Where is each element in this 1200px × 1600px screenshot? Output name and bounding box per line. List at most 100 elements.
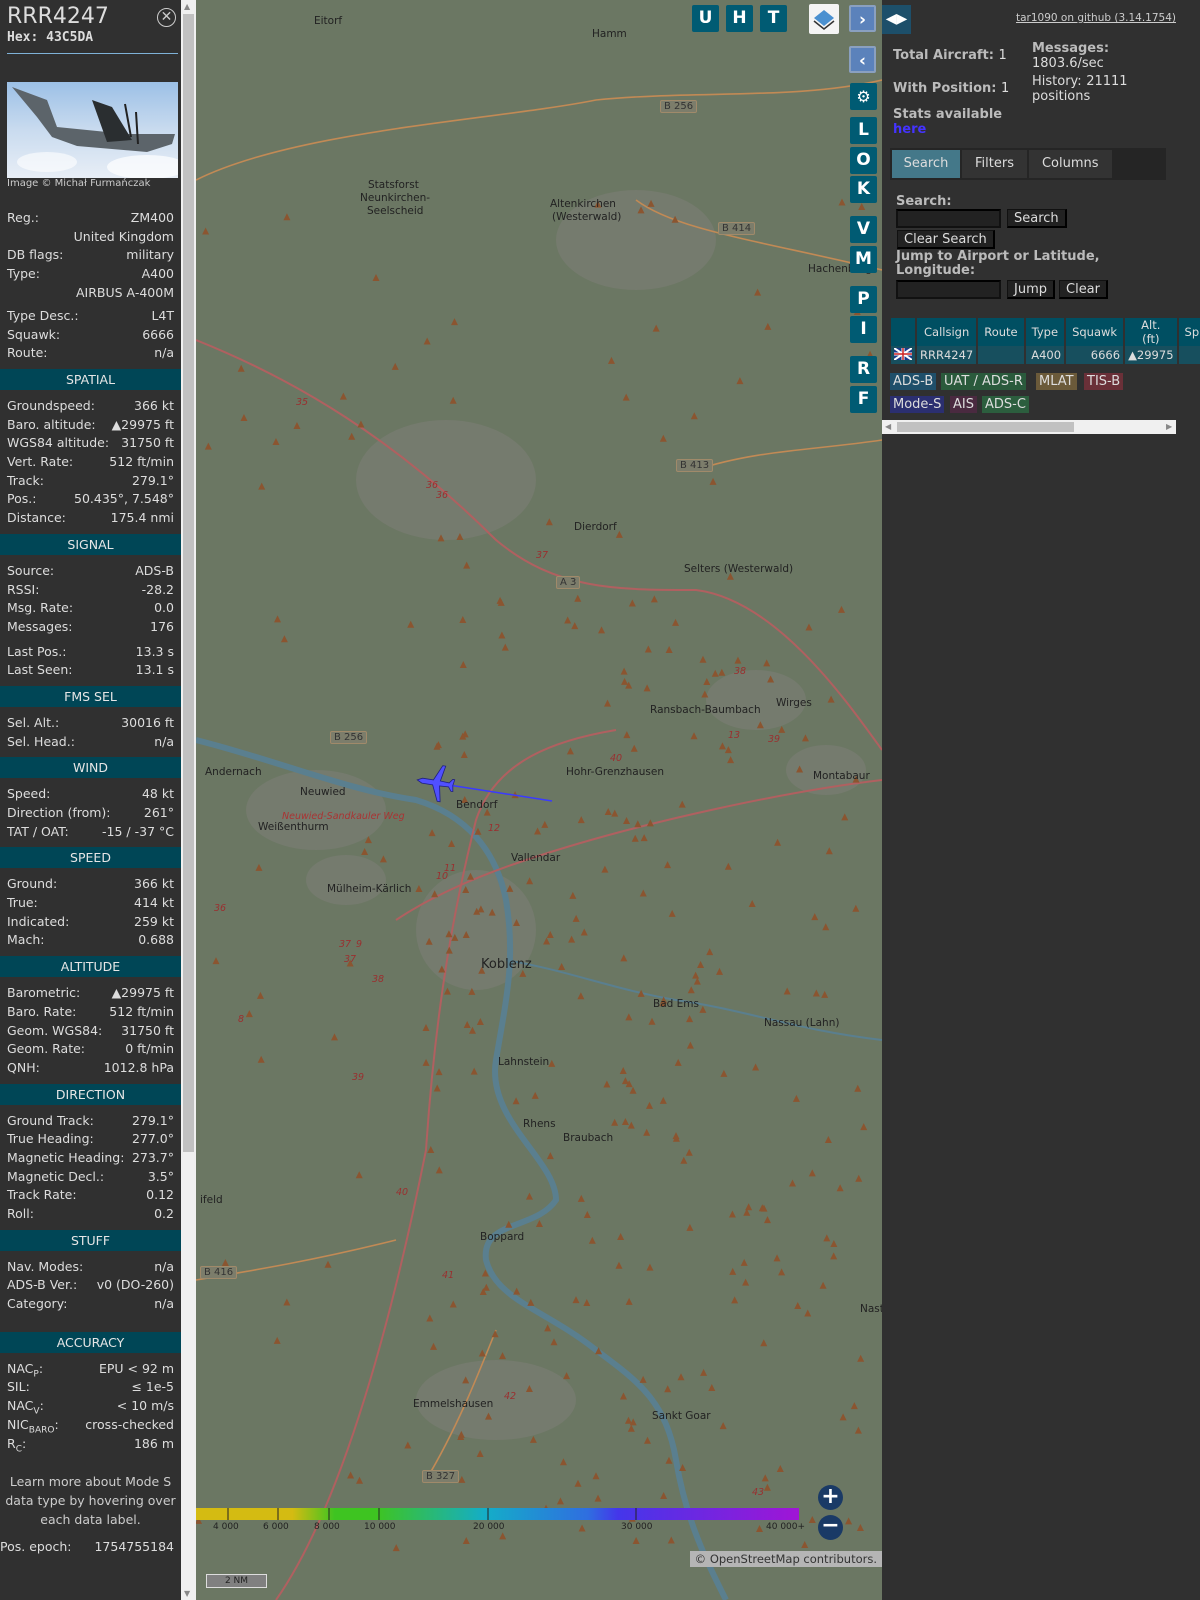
map-city-label: Koblenz <box>481 957 532 972</box>
search-input[interactable] <box>896 209 1001 228</box>
map-place-label: Emmelshausen <box>413 1398 494 1410</box>
tab-filters[interactable]: Filters <box>962 150 1027 178</box>
table-horizontal-scrollbar[interactable]: ◀ ▶ <box>882 420 1176 434</box>
info-row: Indicated: 259 kt <box>0 913 181 932</box>
map-place-label: Montabaur <box>813 770 870 782</box>
road-number: 40 <box>396 1187 409 1198</box>
search-button[interactable]: Search <box>1007 209 1067 228</box>
jump-button[interactable]: Jump <box>1007 280 1055 299</box>
info-value: 277.0° <box>131 1131 174 1147</box>
zoom-in-button[interactable]: + <box>818 1485 843 1510</box>
info-row: RC: 186 m <box>0 1435 181 1455</box>
info-value: 176 <box>150 618 174 634</box>
aircraft-photo[interactable] <box>7 82 178 178</box>
map-button-i[interactable]: I <box>850 316 877 343</box>
info-label: Last Seen: <box>7 662 73 678</box>
stats-link[interactable]: here <box>893 122 926 137</box>
map-button-u[interactable]: U <box>692 5 719 32</box>
aircraft-table: Callsign Route Type Squawk Alt. (ft) Sp … <box>889 318 1200 364</box>
table-row[interactable]: RRR4247 A400 6666 ▲29975 <box>891 346 1200 364</box>
altitude-tick-label: 6 000 <box>263 1522 289 1532</box>
altitude-tick-label: 30 000 <box>621 1522 653 1532</box>
map-button-l[interactable]: L <box>850 117 877 144</box>
map[interactable]: Eitorf Hamm Statsforst Neunkirchen- Seelsche… <box>196 0 882 1600</box>
close-icon[interactable]: ✕ <box>157 8 176 27</box>
road-number: 38 <box>734 666 747 677</box>
map-button-k[interactable]: K <box>850 176 877 203</box>
route-cell <box>978 346 1024 364</box>
source-legend-badge[interactable]: Mode-S <box>890 396 945 413</box>
source-legend-badge[interactable]: MLAT <box>1036 373 1077 390</box>
section-header-speed: SPEED <box>0 847 181 869</box>
info-row: Last Seen: 13.1 s <box>0 661 181 680</box>
map-place-label: Nassau (Lahn) <box>764 1017 840 1029</box>
info-value: 279.1° <box>131 1112 174 1128</box>
col-squawk[interactable]: Squawk <box>1066 318 1124 346</box>
info-value: -15 / -37 °C <box>102 823 174 839</box>
map-button-f[interactable]: F <box>850 386 877 413</box>
source-legend-badge[interactable]: UAT / ADS-R <box>941 373 1026 390</box>
col-flag[interactable] <box>891 318 915 346</box>
map-button-v[interactable]: V <box>850 216 877 243</box>
info-label: Magnetic Heading: <box>7 1149 125 1165</box>
map-place-label: (Westerwald) <box>552 211 622 223</box>
settings-button[interactable]: ⚙ <box>850 83 877 110</box>
toggle-sidebar-button[interactable]: ◀▶ <box>882 5 911 34</box>
info-label: Groundspeed: <box>7 398 95 413</box>
info-row: True Heading: 277.0° <box>0 1130 181 1149</box>
scale-label: 2 NM <box>224 1576 249 1586</box>
map-button-t[interactable]: T <box>760 5 787 32</box>
map-button-h[interactable]: H <box>726 5 753 32</box>
collapse-panel-button[interactable]: ‹ <box>849 46 876 73</box>
callsign-link[interactable]: RRR4247 <box>920 348 973 362</box>
col-callsign[interactable]: Callsign <box>917 318 977 346</box>
col-altitude[interactable]: Alt. (ft) <box>1125 318 1177 346</box>
col-route[interactable]: Route <box>978 318 1024 346</box>
map-place-label: Ransbach-Baumbach <box>650 704 761 716</box>
map-button-r[interactable]: R <box>850 356 877 383</box>
layers-button[interactable] <box>809 4 839 34</box>
zoom-out-button[interactable]: − <box>818 1515 843 1540</box>
info-value[interactable]: ZM400 <box>131 209 174 228</box>
uk-flag-icon <box>891 346 915 364</box>
info-label: Baro. Rate: <box>7 1003 77 1019</box>
source-legend-badge[interactable]: ADS-C <box>982 396 1029 413</box>
map-button-o[interactable]: O <box>850 147 877 174</box>
col-speed[interactable]: Sp <box>1178 318 1200 346</box>
info-label: True Heading: <box>7 1131 94 1147</box>
info-value: cross-checked <box>85 1416 174 1432</box>
map-place-label: Bad Ems <box>653 998 699 1010</box>
info-value: ▲29975 ft <box>111 416 174 432</box>
jump-input[interactable] <box>896 280 1001 299</box>
info-row: NACV: < 10 m/s <box>0 1397 181 1417</box>
map-place-label: Altenkirchen <box>550 198 616 210</box>
expand-panel-button[interactable]: › <box>849 5 876 32</box>
clear-jump-button[interactable]: Clear <box>1059 280 1108 299</box>
road-shield: A 3 <box>556 576 581 589</box>
aircraft-callsign: RRR4247 <box>7 4 109 29</box>
info-value: 512 ft/min <box>109 1003 174 1019</box>
road-number: 10 <box>436 871 449 882</box>
info-label: Baro. altitude: <box>7 416 96 432</box>
road-number: 37 <box>344 954 357 965</box>
info-row: True: 414 kt <box>0 894 181 913</box>
source-legend-badge[interactable]: TIS-B <box>1084 373 1124 390</box>
info-row: Groundspeed: 366 kt <box>0 397 181 416</box>
clear-search-button[interactable]: Clear Search <box>897 230 995 249</box>
map-button-m[interactable]: M <box>850 246 877 273</box>
info-row: ADS-B Ver.: v0 (DO-260) <box>0 1276 181 1295</box>
info-label: Type: <box>7 266 40 282</box>
source-legend-badge[interactable]: AIS <box>950 396 977 413</box>
github-link[interactable]: tar1090 on github (3.14.1754) <box>1016 12 1176 24</box>
info-row: Sel. Alt.: 30016 ft <box>0 714 181 733</box>
map-place-label: Braubach <box>563 1132 614 1144</box>
tab-columns[interactable]: Columns <box>1028 150 1112 178</box>
left-panel-scrollbar[interactable]: ▲ ▼ <box>181 0 196 1600</box>
tab-search[interactable]: Search <box>892 150 960 178</box>
road-number: 35 <box>296 397 309 408</box>
source-legend-badge[interactable]: ADS-B <box>890 373 937 390</box>
map-attribution[interactable]: © OpenStreetMap contributors. <box>689 1551 882 1567</box>
info-row: WGS84 altitude: 31750 ft <box>0 434 181 453</box>
col-type[interactable]: Type <box>1025 318 1065 346</box>
map-button-p[interactable]: P <box>850 286 877 313</box>
